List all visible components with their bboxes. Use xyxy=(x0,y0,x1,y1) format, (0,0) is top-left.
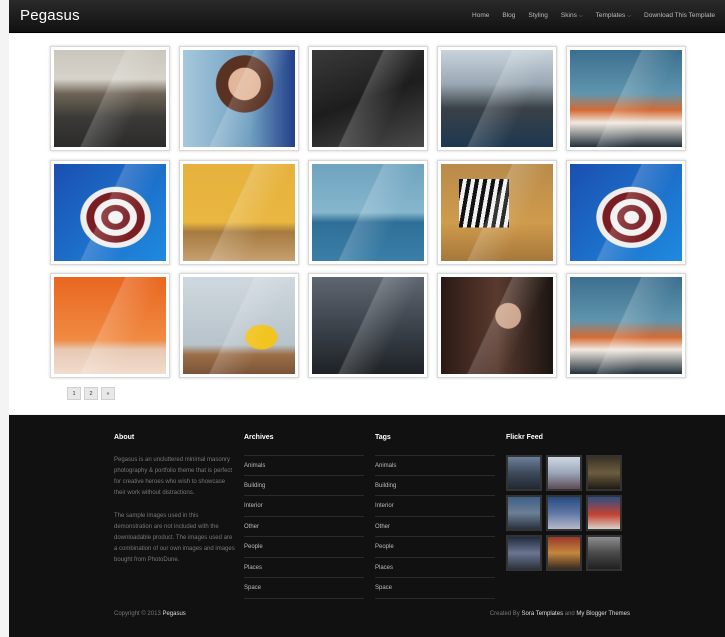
flickr-thumbnail[interactable] xyxy=(586,535,622,571)
tag-link-animals[interactable]: Animals xyxy=(375,455,495,476)
copyright-site-link[interactable]: Pegasus xyxy=(162,611,185,617)
smiling-woman-photo xyxy=(183,50,295,147)
gallery-tile[interactable] xyxy=(437,160,557,265)
chevron-down-icon: ⌵ xyxy=(578,13,583,19)
copyright: Copyright © 2013 Pegasus xyxy=(114,611,186,617)
gallery-area: 1 2 » xyxy=(9,34,725,414)
serpentine-road-photo xyxy=(312,50,424,147)
gallery-tile[interactable] xyxy=(179,273,299,378)
about-heading: About xyxy=(114,434,135,441)
flickr-thumbnail[interactable] xyxy=(546,535,582,571)
yellow-armchair-photo xyxy=(183,277,295,374)
credits-prefix: Created By xyxy=(489,611,520,617)
striped-umbrella-photo xyxy=(570,164,682,261)
tag-link-other[interactable]: Other xyxy=(375,517,495,537)
main-nav: Home Blog Styling Skins ⌵ Templates ⌵ Down… xyxy=(472,12,715,19)
flickr-thumbnail[interactable] xyxy=(546,495,582,531)
credits-sora-link[interactable]: Sora Templates xyxy=(521,611,563,617)
tags-widget: Tags Animals Building Interior Other Peo… xyxy=(375,434,495,599)
flickr-thumbnail[interactable] xyxy=(506,535,542,571)
credits: Created By Sora Templates and My Blogger… xyxy=(490,611,630,617)
nav-download[interactable]: Download This Template xyxy=(644,12,715,19)
flickr-thumbnail[interactable] xyxy=(506,455,542,491)
tag-link-building[interactable]: Building xyxy=(375,476,495,496)
archive-link-other[interactable]: Other xyxy=(244,517,364,537)
gallery-tile[interactable] xyxy=(179,160,299,265)
masked-woman-photo xyxy=(441,277,553,374)
tag-link-space[interactable]: Space xyxy=(375,578,495,599)
shuttle-launch-photo xyxy=(570,50,682,147)
flickr-thumbnail[interactable] xyxy=(586,455,622,491)
tag-link-people[interactable]: People xyxy=(375,537,495,558)
flickr-thumbnail[interactable] xyxy=(506,495,542,531)
chevron-down-icon: ⌵ xyxy=(627,13,632,19)
archive-link-animals[interactable]: Animals xyxy=(244,455,364,476)
flickr-widget: Flickr Feed xyxy=(506,434,622,571)
about-paragraph-1: Pegasus is an uncluttered minimal masonr… xyxy=(114,457,233,496)
flickr-grid xyxy=(506,455,622,571)
archives-list: Animals Building Interior Other People P… xyxy=(244,455,364,599)
archives-widget: Archives Animals Building Interior Other… xyxy=(244,434,364,599)
credits-partner-link[interactable]: My Blogger Themes xyxy=(576,611,630,617)
orange-chair-photo xyxy=(54,277,166,374)
tags-list: Animals Building Interior Other People P… xyxy=(375,455,495,599)
gallery-tile[interactable] xyxy=(50,273,170,378)
gallery-tile[interactable] xyxy=(437,46,557,151)
tag-link-places[interactable]: Places xyxy=(375,558,495,578)
nav-templates-label: Templates xyxy=(595,12,626,19)
next-page-button[interactable]: » xyxy=(101,387,115,400)
nav-styling[interactable]: Styling xyxy=(528,12,548,19)
tags-heading: Tags xyxy=(375,434,391,441)
archive-link-building[interactable]: Building xyxy=(244,476,364,496)
archive-link-space[interactable]: Space xyxy=(244,578,364,599)
copyright-prefix: Copyright © 2013 xyxy=(114,611,161,617)
shuttle-launch-photo xyxy=(570,277,682,374)
gallery-tile[interactable] xyxy=(308,160,428,265)
archive-link-people[interactable]: People xyxy=(244,537,364,558)
about-text: Pegasus is an uncluttered minimal masonr… xyxy=(114,455,236,566)
winding-road-photo xyxy=(54,50,166,147)
nav-skins-label: Skins xyxy=(560,12,577,19)
yellow-interior-photo xyxy=(183,164,295,261)
gallery-tile[interactable] xyxy=(179,46,299,151)
heron-photo xyxy=(312,164,424,261)
nav-home[interactable]: Home xyxy=(472,12,489,19)
gallery-tile[interactable] xyxy=(50,46,170,151)
pagination: 1 2 » xyxy=(67,387,115,400)
nav-blog[interactable]: Blog xyxy=(502,12,515,19)
gallery-tile[interactable] xyxy=(50,160,170,265)
gallery-tile[interactable] xyxy=(566,160,686,265)
gallery-tile[interactable] xyxy=(566,46,686,151)
flickr-thumbnail[interactable] xyxy=(546,455,582,491)
page-1-button[interactable]: 1 xyxy=(67,387,81,400)
site-header: Pegasus Home Blog Styling Skins ⌵ Templat… xyxy=(9,0,725,33)
page-2-button[interactable]: 2 xyxy=(84,387,98,400)
site-logo[interactable]: Pegasus xyxy=(20,7,80,24)
archive-link-places[interactable]: Places xyxy=(244,558,364,578)
about-paragraph-2: The sample images used in this demonstra… xyxy=(114,513,235,563)
nav-templates[interactable]: Templates ⌵ xyxy=(596,12,631,19)
flickr-heading: Flickr Feed xyxy=(506,434,543,441)
gallery-tile[interactable] xyxy=(308,46,428,151)
striped-umbrella-photo xyxy=(54,164,166,261)
zebra-photo xyxy=(441,164,553,261)
site-footer: About Pegasus is an uncluttered minimal … xyxy=(9,415,725,637)
gallery-tile[interactable] xyxy=(566,273,686,378)
archives-heading: Archives xyxy=(244,434,274,441)
archive-link-interior[interactable]: Interior xyxy=(244,496,364,517)
credits-and: and xyxy=(564,611,575,617)
city-skyline-photo xyxy=(441,50,553,147)
gallery-tile[interactable] xyxy=(437,273,557,378)
nav-skins[interactable]: Skins ⌵ xyxy=(561,12,583,19)
about-widget: About Pegasus is an uncluttered minimal … xyxy=(114,434,236,566)
flickr-thumbnail[interactable] xyxy=(586,495,622,531)
tag-link-interior[interactable]: Interior xyxy=(375,496,495,517)
dark-landscape-photo xyxy=(312,277,424,374)
gallery-tile[interactable] xyxy=(308,273,428,378)
